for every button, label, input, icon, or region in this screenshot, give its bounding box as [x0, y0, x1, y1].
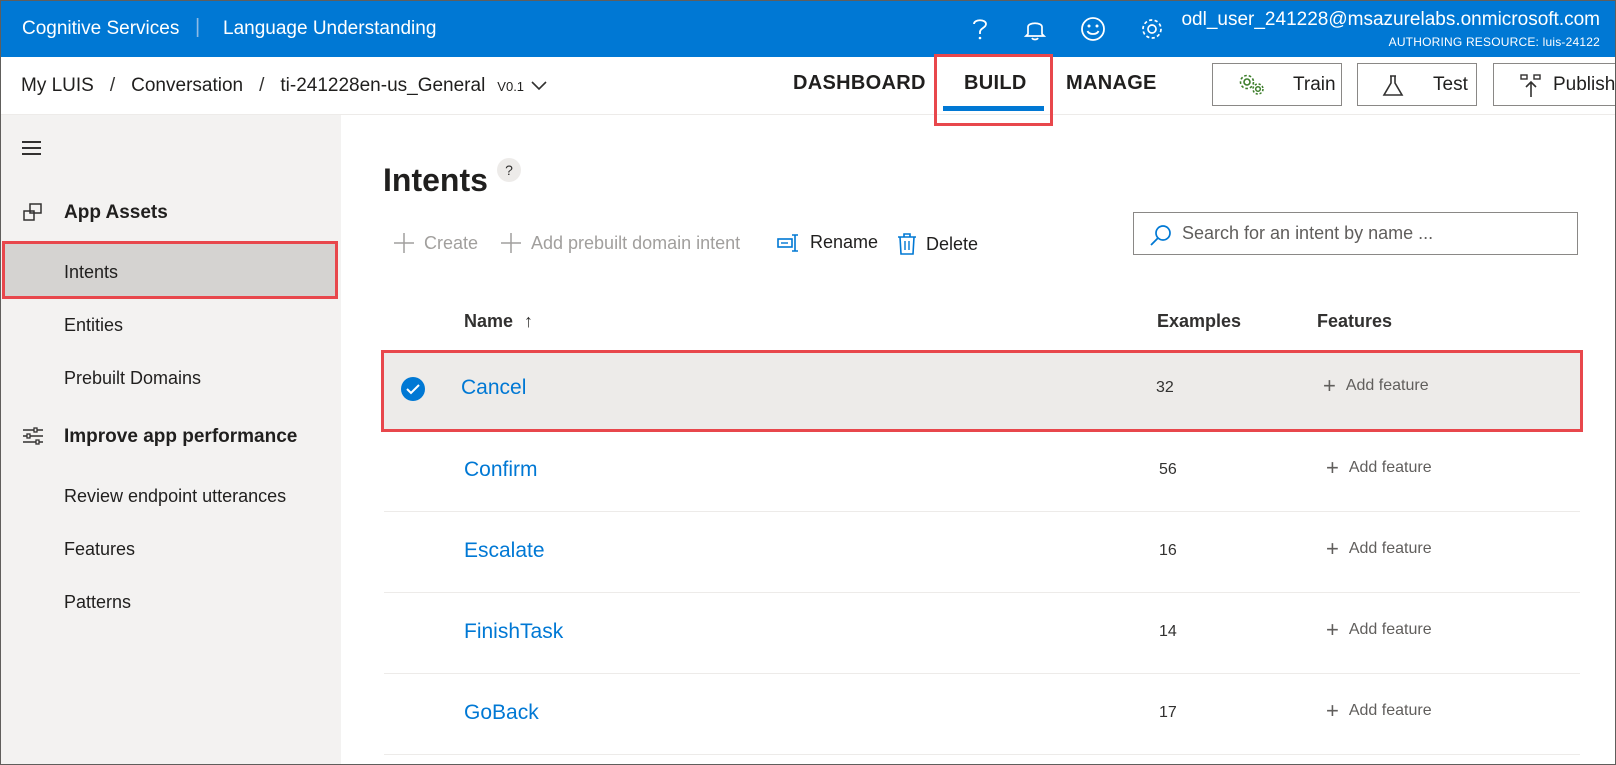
rename-button[interactable]: Rename	[777, 232, 878, 253]
plus-icon: +	[1323, 373, 1336, 398]
add-feature-button[interactable]: + Add feature	[1326, 455, 1432, 480]
sidebar-item-features[interactable]: Features	[64, 539, 135, 560]
intent-name-link[interactable]: Escalate	[464, 539, 545, 563]
sidebar-item-intents-selected[interactable]	[2, 241, 338, 299]
intent-example-count: 17	[1159, 704, 1177, 721]
plus-icon: +	[1326, 617, 1339, 642]
search-icon	[1150, 224, 1172, 251]
rename-label: Rename	[810, 232, 879, 252]
sort-ascending-icon: ↑	[524, 311, 534, 331]
create-button[interactable]: Create	[393, 232, 478, 254]
brand-separator: |	[195, 16, 201, 38]
test-label: Test	[1433, 73, 1468, 95]
add-feature-label: Add feature	[1345, 377, 1429, 394]
delete-button[interactable]: Delete	[897, 232, 978, 256]
publish-icon	[1520, 74, 1542, 104]
page-title: Intents	[383, 162, 488, 198]
tab-manage[interactable]: MANAGE	[1066, 72, 1157, 95]
add-feature-label: Add feature	[1348, 540, 1432, 557]
search-input[interactable]	[1182, 213, 1572, 254]
gears-icon	[1239, 74, 1265, 102]
intent-row[interactable]: Confirm 56 + Add feature	[384, 432, 1580, 512]
intent-example-count: 16	[1159, 542, 1177, 559]
help-icon[interactable]: ?	[497, 158, 521, 182]
sidebar-item-review-endpoint-utterances[interactable]: Review endpoint utterances	[64, 486, 286, 507]
add-feature-label: Add feature	[1348, 702, 1432, 719]
hamburger-menu-icon[interactable]	[22, 141, 41, 159]
app-assets-icon	[22, 202, 44, 230]
plus-icon	[500, 232, 522, 254]
intent-example-count: 14	[1159, 623, 1177, 640]
create-label: Create	[424, 232, 479, 253]
intent-name-link[interactable]: Cancel	[461, 376, 526, 400]
intent-name-link[interactable]: GoBack	[464, 701, 539, 725]
intent-name-link[interactable]: FinishTask	[464, 620, 563, 644]
train-button[interactable]: Train	[1212, 63, 1342, 106]
train-label: Train	[1293, 73, 1336, 95]
tab-dashboard[interactable]: DASHBOARD	[793, 72, 926, 95]
plus-icon: +	[1326, 455, 1339, 480]
intent-row[interactable]: GoBack 17 + Add feature	[384, 675, 1580, 755]
breadcrumb-separator: /	[109, 75, 116, 96]
publish-button[interactable]: Publish	[1493, 63, 1616, 106]
delete-label: Delete	[926, 233, 979, 254]
authoring-resource: AUTHORING RESOURCE: luis-24122	[1388, 35, 1600, 49]
add-feature-label: Add feature	[1348, 621, 1432, 638]
add-prebuilt-label: Add prebuilt domain intent	[531, 232, 741, 253]
sidebar-item-patterns[interactable]: Patterns	[64, 592, 131, 613]
add-feature-button[interactable]: + Add feature	[1326, 536, 1432, 561]
app-name-link[interactable]: Language Understanding	[223, 18, 436, 40]
bell-icon[interactable]	[1020, 14, 1050, 44]
intent-row[interactable]: FinishTask 14 + Add feature	[384, 594, 1580, 674]
breadcrumb-app-name[interactable]: ti-241228en-us_General	[280, 75, 485, 97]
help-icon[interactable]	[965, 14, 995, 44]
plus-icon: +	[1326, 698, 1339, 723]
checkmark-icon[interactable]	[401, 377, 425, 401]
intent-example-count: 56	[1159, 461, 1177, 478]
sidebar-item-intents[interactable]: Intents	[64, 262, 118, 283]
version-label[interactable]: V0.1	[497, 79, 524, 94]
user-account[interactable]: odl_user_241228@msazurelabs.onmicrosoft.…	[1181, 9, 1600, 49]
breadcrumb: My LUIS / Conversation / ti-241228en-us_…	[21, 75, 547, 97]
chevron-down-icon[interactable]	[531, 81, 547, 91]
add-feature-label: Add feature	[1348, 459, 1432, 476]
user-email: odl_user_241228@msazurelabs.onmicrosoft.…	[1181, 9, 1600, 30]
plus-icon: +	[1326, 536, 1339, 561]
smiley-icon[interactable]	[1078, 14, 1108, 44]
intent-row[interactable]: Cancel 32 + Add feature	[381, 350, 1583, 432]
top-bar: Cognitive Services | Language Understand…	[0, 0, 1616, 57]
test-button[interactable]: Test	[1357, 63, 1477, 106]
add-feature-button[interactable]: + Add feature	[1326, 617, 1432, 642]
gear-icon[interactable]	[1137, 14, 1167, 44]
section-title: Improve app performance	[64, 426, 298, 447]
add-feature-button[interactable]: + Add feature	[1323, 373, 1429, 398]
flask-icon	[1382, 74, 1404, 104]
add-prebuilt-domain-intent-button[interactable]: Add prebuilt domain intent	[500, 232, 740, 254]
column-header-features[interactable]: Features	[1317, 311, 1392, 332]
sidebar-item-prebuilt-domains[interactable]: Prebuilt Domains	[64, 368, 201, 389]
breadcrumb-separator: /	[259, 75, 265, 96]
intent-example-count: 32	[1156, 379, 1174, 396]
trash-icon	[897, 232, 917, 256]
intent-search-box[interactable]	[1133, 212, 1578, 255]
brand-link[interactable]: Cognitive Services	[22, 18, 179, 40]
sliders-icon	[22, 426, 44, 452]
sidebar-item-entities[interactable]: Entities	[64, 315, 123, 336]
breadcrumb-conversation[interactable]: Conversation	[131, 75, 243, 97]
add-feature-button[interactable]: + Add feature	[1326, 698, 1432, 723]
intent-row[interactable]: Escalate 16 + Add feature	[384, 513, 1580, 593]
plus-icon	[393, 232, 415, 254]
column-header-name[interactable]: Name ↑	[464, 311, 533, 332]
intent-name-link[interactable]: Confirm	[464, 458, 538, 482]
column-name-label: Name	[464, 311, 514, 331]
breadcrumb-my-luis[interactable]: My LUIS	[21, 75, 94, 97]
column-header-examples[interactable]: Examples	[1157, 311, 1241, 332]
section-title: App Assets	[64, 202, 168, 223]
publish-label: Publish	[1553, 73, 1616, 95]
rename-icon	[777, 233, 801, 253]
